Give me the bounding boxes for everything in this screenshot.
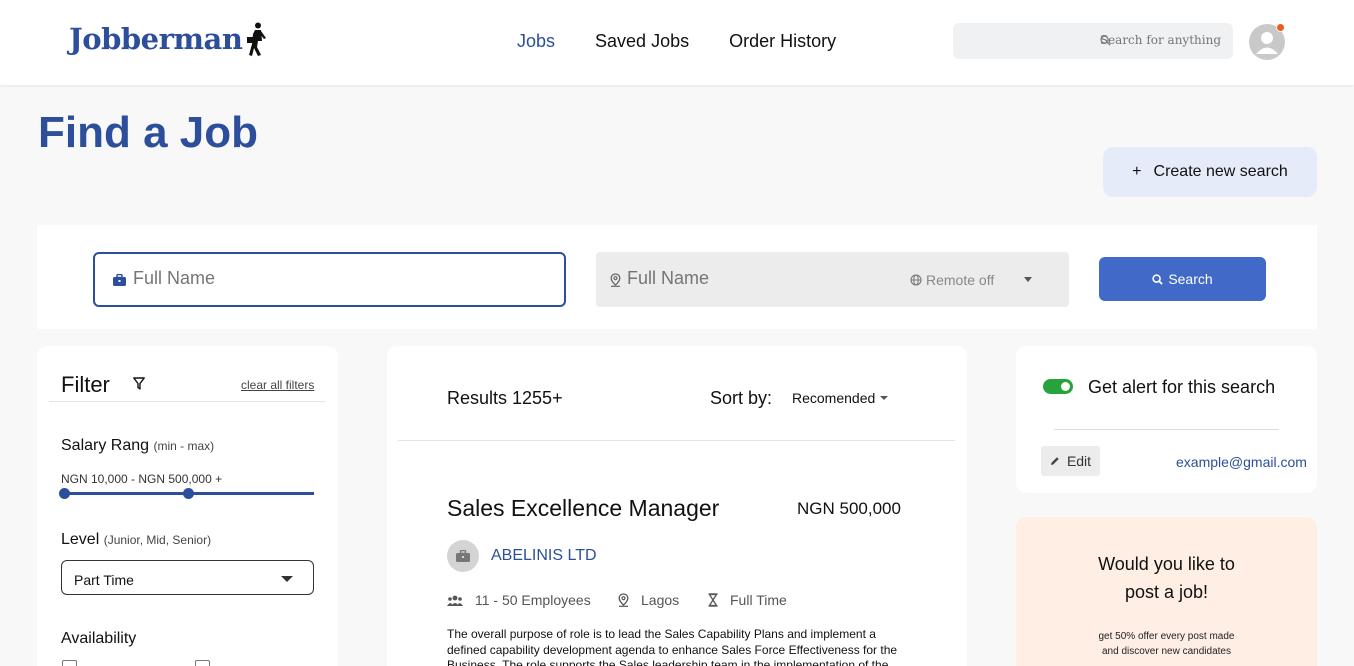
salary-range-value: NGN 10,000 - NGN 500,000 +: [61, 472, 223, 486]
filter-panel: Filter clear all filters Salary Rang (mi…: [37, 346, 338, 666]
level-label-text: Level: [61, 531, 100, 548]
job-type-text: Full Time: [730, 592, 787, 608]
results-panel: Results 1255+ Sort by: Recomended Sales …: [387, 346, 967, 666]
promo-sub-line1: get 50% offer every post made: [1098, 631, 1235, 642]
location-search-input[interactable]: [627, 268, 907, 289]
job-title[interactable]: Sales Excellence Manager: [447, 495, 719, 522]
remote-toggle-select[interactable]: Remote off: [910, 272, 994, 288]
create-new-search-button[interactable]: + Create new search: [1103, 147, 1317, 197]
clear-all-filters-link[interactable]: clear all filters: [241, 378, 314, 392]
people-icon: [447, 595, 463, 606]
promo-title-line1: Would you like to: [1098, 554, 1235, 574]
plus-icon: +: [1132, 163, 1142, 180]
divider: [398, 440, 955, 441]
sort-label: Sort by:: [710, 388, 773, 408]
search-button-label: Search: [1168, 271, 1213, 287]
businessman-walking-icon: [247, 22, 267, 56]
edit-alert-button[interactable]: Edit: [1041, 446, 1100, 476]
search-button[interactable]: Search: [1099, 257, 1266, 301]
location-text: Lagos: [641, 592, 680, 608]
job-type: Full Time: [708, 592, 787, 608]
divider: [1054, 429, 1279, 430]
edit-label: Edit: [1066, 453, 1092, 469]
nav-order-history[interactable]: Order History: [729, 31, 836, 52]
employees-text: 11 - 50 Employees: [475, 592, 591, 608]
promo-title-line2: post a job!: [1124, 582, 1209, 602]
salary-slider-min-handle[interactable]: [59, 488, 70, 499]
divider: [49, 401, 325, 402]
job-search-input[interactable]: [133, 268, 533, 289]
level-select-value: Part Time: [74, 572, 134, 588]
job-search-field[interactable]: [93, 252, 566, 307]
promo-title[interactable]: Would you like to post a job!: [1016, 550, 1317, 606]
company-name-link[interactable]: ABELINIS LTD: [491, 547, 597, 565]
alert-email: example@gmail.com: [1176, 454, 1307, 470]
page-title: Find a Job: [38, 108, 258, 157]
salary-label-text: Salary Rang: [61, 437, 150, 454]
job-description: The overall purpose of role is to lead t…: [447, 627, 898, 666]
chevron-down-icon[interactable]: [1024, 277, 1032, 282]
promo-subtitle: get 50% offer every post made and discov…: [1016, 629, 1317, 659]
search-alert-panel: Get alert for this search Edit example@g…: [1016, 346, 1317, 493]
globe-icon: [910, 274, 922, 286]
company-logo: [447, 540, 479, 572]
main-nav: Jobs Saved Jobs Order History: [517, 31, 876, 52]
filter-funnel-icon: [133, 377, 145, 390]
logo-text: Jobberman: [69, 22, 243, 56]
location-pin-icon: [610, 273, 621, 287]
search-panel: Remote off Search: [37, 225, 1317, 329]
nav-saved-jobs[interactable]: Saved Jobs: [595, 31, 689, 52]
sort-select[interactable]: Recomended: [792, 390, 889, 406]
post-job-promo: Would you like to post a job! get 50% of…: [1016, 517, 1317, 666]
nav-jobs[interactable]: Jobs: [517, 31, 555, 52]
jobberman-logo[interactable]: Jobberman: [69, 22, 268, 56]
global-search-input[interactable]: [1071, 33, 1221, 47]
create-new-search-label: Create new search: [1153, 163, 1288, 180]
level-label: Level (Junior, Mid, Senior): [61, 531, 211, 549]
top-header: Jobberman Jobs Saved Jobs Order History: [0, 0, 1354, 85]
level-select[interactable]: Part Time: [61, 560, 314, 595]
filter-title: Filter: [61, 372, 110, 397]
briefcase-icon: [113, 274, 126, 286]
global-search[interactable]: [953, 23, 1233, 59]
salary-range-label: Salary Rang (min - max): [61, 437, 214, 455]
location-pin-icon: [618, 593, 629, 607]
job-salary: NGN 500,000: [797, 499, 901, 518]
availability-checkbox[interactable]: [62, 660, 77, 666]
remote-label: Remote off: [926, 272, 995, 288]
job-employees: 11 - 50 Employees: [447, 592, 591, 608]
salary-slider-max-handle[interactable]: [183, 488, 194, 499]
availability-label: Availability: [61, 630, 137, 647]
results-count: Results 1255+: [447, 388, 563, 408]
job-location: Lagos: [618, 592, 679, 608]
briefcase-icon: [456, 550, 470, 562]
level-hint: (Junior, Mid, Senior): [103, 533, 212, 547]
chevron-down-icon: [281, 576, 293, 582]
alert-label: Get alert for this search: [1088, 377, 1276, 397]
availability-checkbox[interactable]: [195, 660, 210, 666]
notification-dot: [1276, 23, 1285, 32]
sort-select-value: Recomended: [792, 390, 876, 406]
chevron-down-icon: [880, 396, 889, 400]
salary-hint: (min - max): [153, 439, 215, 453]
promo-sub-line2: and discover new candidates: [1102, 646, 1231, 657]
alert-toggle[interactable]: [1043, 379, 1073, 394]
hourglass-icon: [708, 593, 718, 607]
search-icon: [1152, 273, 1164, 285]
pencil-icon: [1050, 457, 1059, 465]
location-search-field[interactable]: Remote off: [596, 252, 1069, 307]
